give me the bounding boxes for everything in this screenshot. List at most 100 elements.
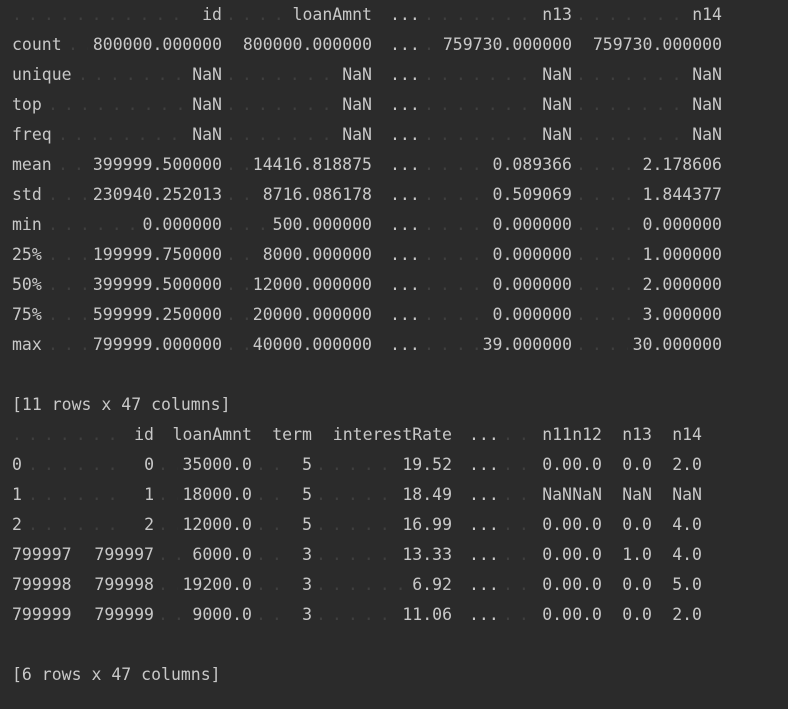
- table-cell: NaN: [542, 125, 572, 144]
- column-header: n12: [572, 425, 602, 444]
- row-index: unique: [12, 65, 72, 84]
- table-cell: 35000.0: [182, 455, 252, 474]
- table-cell: NaN: [622, 485, 652, 504]
- table-cell: 759730.000000: [442, 35, 572, 54]
- table-cell: 0.000000: [492, 245, 572, 264]
- table-cell: NaN: [692, 65, 722, 84]
- column-header: n14: [672, 425, 702, 444]
- table-cell: 3.000000: [642, 305, 722, 324]
- table-cell: 19200.0: [182, 575, 252, 594]
- table-cell: ...: [469, 605, 499, 624]
- row-index: 50%: [12, 275, 42, 294]
- table-cell: 18.49: [402, 485, 452, 504]
- row-index: 75%: [12, 305, 42, 324]
- table-cell: 20000.000000: [252, 305, 372, 324]
- table-cell: 800000.000000: [92, 35, 222, 54]
- table-cell: NaN: [542, 65, 572, 84]
- table-cell: 0: [144, 455, 154, 474]
- row-index: count: [12, 35, 62, 54]
- column-header: n14: [692, 5, 722, 24]
- row-index: 0: [12, 455, 22, 474]
- table-cell: NaN: [192, 65, 222, 84]
- table-cell: NaN: [692, 125, 722, 144]
- table-cell: 0.089366: [492, 155, 572, 174]
- table-cell: ...: [390, 155, 420, 174]
- table-cell: 8716.086178: [262, 185, 372, 204]
- table-cell: NaN: [572, 485, 602, 504]
- table-cell: 799999.000000: [92, 335, 222, 354]
- table-cell: ...: [469, 575, 499, 594]
- table-cell: ...: [469, 515, 499, 534]
- table-cell: 16.99: [402, 515, 452, 534]
- table-header-row: ....................id.......loanAmnt...…: [12, 0, 782, 30]
- table-cell: 0.0: [622, 575, 652, 594]
- table-cell: 5: [302, 455, 312, 474]
- table-row: 25%.....199999.750000....8000.000000....…: [12, 240, 782, 270]
- table-cell: NaN: [692, 95, 722, 114]
- table-row: 799999799999....9000.0...3..........11.0…: [12, 600, 782, 630]
- table-cell: ...: [469, 455, 499, 474]
- table-cell: 0.0: [542, 605, 572, 624]
- column-header: n13: [542, 5, 572, 24]
- table-cell: NaN: [342, 125, 372, 144]
- table-cell: ...: [390, 335, 420, 354]
- table-cell: NaN: [192, 125, 222, 144]
- table-cell: 0.000000: [492, 305, 572, 324]
- table-cell: 0.0: [572, 545, 602, 564]
- table-cell: NaN: [542, 485, 572, 504]
- row-index: 799997: [12, 545, 72, 564]
- table-cell: 2.178606: [642, 155, 722, 174]
- column-header: id: [134, 425, 154, 444]
- table-cell: 0.0: [542, 515, 572, 534]
- column-header: n13: [622, 425, 652, 444]
- table-cell: 4.0: [672, 545, 702, 564]
- table-cell: 11.06: [402, 605, 452, 624]
- table-row: 799997799997....6000.0...3..........13.3…: [12, 540, 782, 570]
- table-cell: 0.0: [572, 575, 602, 594]
- table-cell: 0.0: [572, 605, 602, 624]
- table-cell: 0.000000: [142, 215, 222, 234]
- column-header: loanAmnt: [172, 425, 252, 444]
- table-cell: 399999.500000: [92, 275, 222, 294]
- table-cell: 12000.0: [182, 515, 252, 534]
- row-index: 25%: [12, 245, 42, 264]
- table-cell: 500.000000: [272, 215, 372, 234]
- table-cell: 230940.252013: [92, 185, 222, 204]
- table-row: count...800000.000000800000.000000.....7…: [12, 30, 782, 60]
- table-cell: ...: [390, 245, 420, 264]
- table-cell: ...: [390, 95, 420, 114]
- row-index: 1: [12, 485, 22, 504]
- table-cell: 18000.0: [182, 485, 252, 504]
- row-index: 2: [12, 515, 22, 534]
- table-row: 75%.....599999.250000...20000.000000....…: [12, 300, 782, 330]
- table-row: mean....399999.500000...14416.818875....…: [12, 150, 782, 180]
- table-row: unique.............NaN.............NaN..…: [12, 60, 782, 90]
- table-cell: 1.000000: [642, 245, 722, 264]
- table-cell: 9000.0: [192, 605, 252, 624]
- table-cell: 799997: [94, 545, 154, 564]
- table-row: 2...........2...12000.0...5..........16.…: [12, 510, 782, 540]
- table-cell: ...: [390, 125, 420, 144]
- table-cell: 0.0: [572, 455, 602, 474]
- table-cell: 799999: [94, 605, 154, 624]
- table-cell: ...: [390, 215, 420, 234]
- column-header: n11: [542, 425, 572, 444]
- table-cell: 599999.250000: [92, 305, 222, 324]
- table-header-row: ............idloanAmntterminterestRate..…: [12, 420, 782, 450]
- table-row: 0...........0...35000.0...5..........19.…: [12, 450, 782, 480]
- table-cell: 0.000000: [492, 275, 572, 294]
- table-cell: 2.000000: [642, 275, 722, 294]
- table-cell: 800000.000000: [242, 35, 372, 54]
- table-cell: ...: [390, 305, 420, 324]
- table-cell: 3: [302, 545, 312, 564]
- row-index: min: [12, 215, 42, 234]
- row-index: mean: [12, 155, 52, 174]
- row-index: 799998: [12, 575, 72, 594]
- row-index: freq: [12, 125, 52, 144]
- row-index: max: [12, 335, 42, 354]
- table-cell: NaN: [342, 65, 372, 84]
- table-cell: 1.0: [622, 545, 652, 564]
- table-cell: 0.0: [572, 515, 602, 534]
- table-row: 799998799998...19200.0...3...........6.9…: [12, 570, 782, 600]
- row-index: std: [12, 185, 42, 204]
